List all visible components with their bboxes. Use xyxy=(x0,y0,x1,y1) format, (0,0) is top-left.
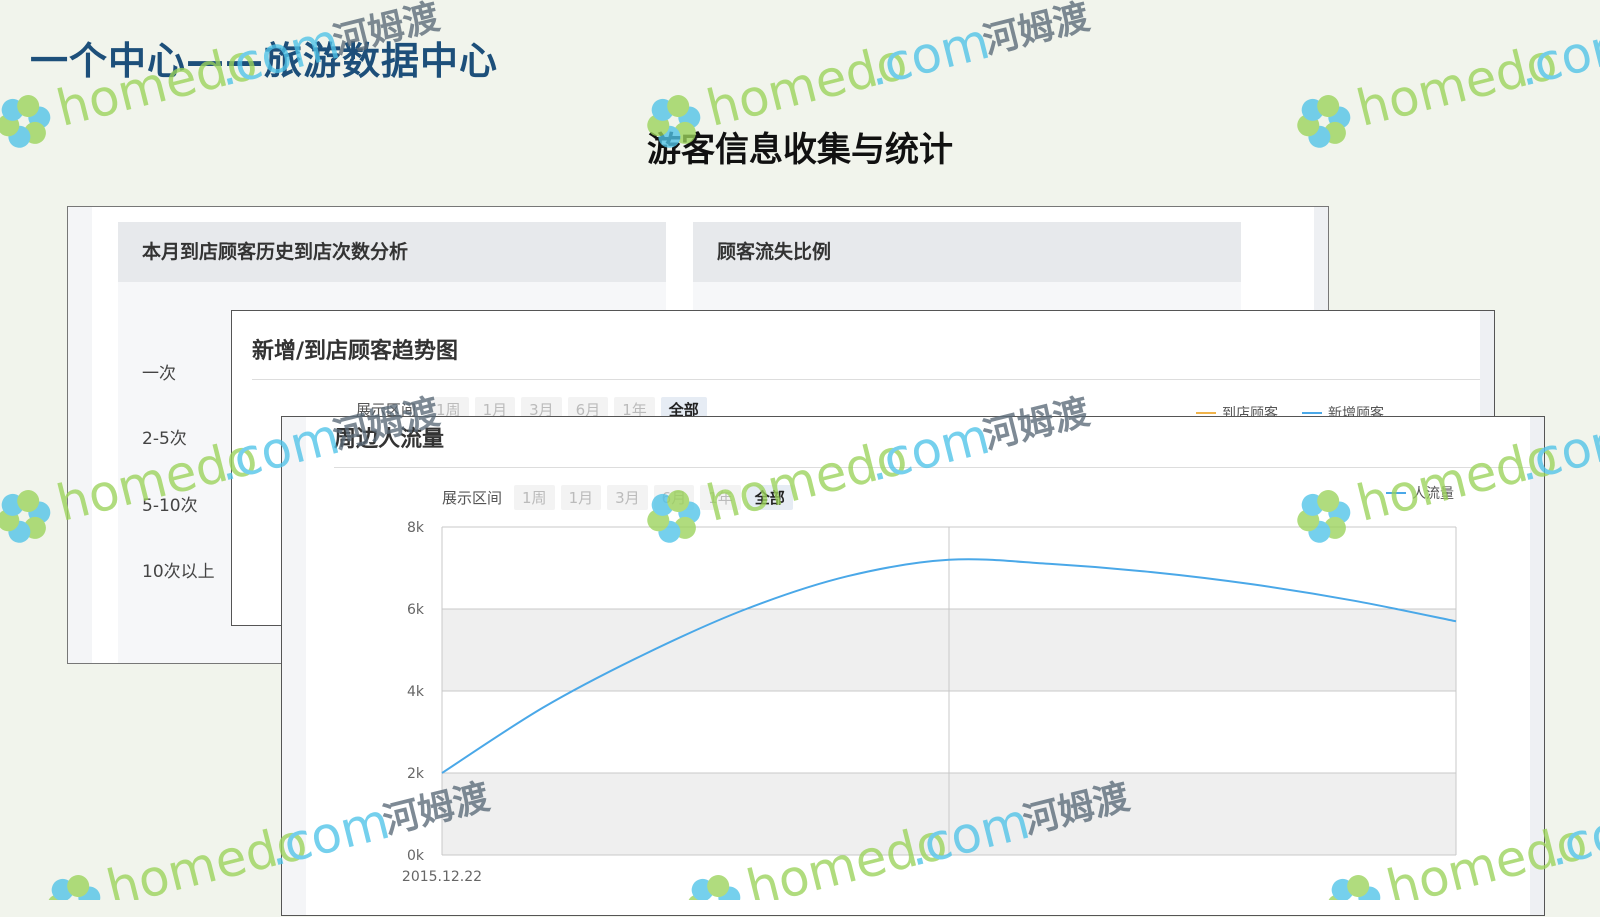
section-title: 游客信息收集与统计 xyxy=(0,122,1600,171)
watermark-flower-icon xyxy=(6,518,33,545)
watermark-flower-icon xyxy=(22,515,49,542)
divider xyxy=(252,379,1480,380)
watermark-domain: .com xyxy=(1512,12,1600,98)
x-tick-label: 2015.12.22 xyxy=(402,869,482,885)
watermark-domain: .com xyxy=(862,12,995,98)
watermark-flower-icon xyxy=(1299,97,1326,124)
visit-label-once: 一次 xyxy=(142,359,176,384)
watermark-flower-icon xyxy=(0,507,22,534)
page-title: 一个中心——旅游数据中心 xyxy=(30,30,498,85)
visit-count-card-title: 本月到店顾客历史到店次数分析 xyxy=(118,222,666,282)
watermark-flower-icon xyxy=(0,492,26,519)
watermark-flower-icon xyxy=(0,97,26,124)
foot-traffic-chart: 0k 2k 4k 6k 8k 2015.12.22 xyxy=(282,417,1546,917)
watermark-domain: .com xyxy=(1542,792,1600,878)
churn-card-title: 顾客流失比例 xyxy=(693,222,1241,282)
watermark-flower-icon xyxy=(15,93,42,120)
watermark-cn: 河姆渡 xyxy=(979,0,1094,62)
legend-swatch xyxy=(1302,412,1322,414)
visit-label-10-plus: 10次以上 xyxy=(142,557,215,582)
watermark-flower-icon xyxy=(1315,93,1342,120)
churn-card: 顾客流失比例 xyxy=(693,222,1241,322)
watermark-flower-icon xyxy=(45,892,72,900)
customer-trend-title: 新增/到店顾客趋势图 xyxy=(252,333,458,365)
foot-traffic-panel: 周边人流量 展示区间 1周 1月 3月 6月 1年 全部 人流量 0k2k4k6… xyxy=(281,416,1545,916)
y-tick-label: 4k xyxy=(407,684,425,700)
panel-left-gutter xyxy=(68,207,92,663)
y-tick-label: 8k xyxy=(407,520,425,536)
y-tick-label: 0k xyxy=(407,848,425,864)
visit-label-2-5: 2-5次 xyxy=(142,424,187,449)
watermark-flower-icon xyxy=(76,884,103,900)
y-tick-label: 6k xyxy=(407,602,425,618)
legend-swatch xyxy=(1196,412,1216,414)
watermark-flower-icon xyxy=(26,499,53,526)
watermark-flower-icon xyxy=(649,97,676,124)
y-tick-label: 2k xyxy=(407,766,425,782)
watermark-flower-icon xyxy=(665,93,692,120)
watermark-flower-icon xyxy=(65,873,92,900)
watermark-flower-icon xyxy=(49,877,76,900)
watermark-flower-icon xyxy=(15,488,42,515)
visit-label-5-10: 5-10次 xyxy=(142,491,198,516)
